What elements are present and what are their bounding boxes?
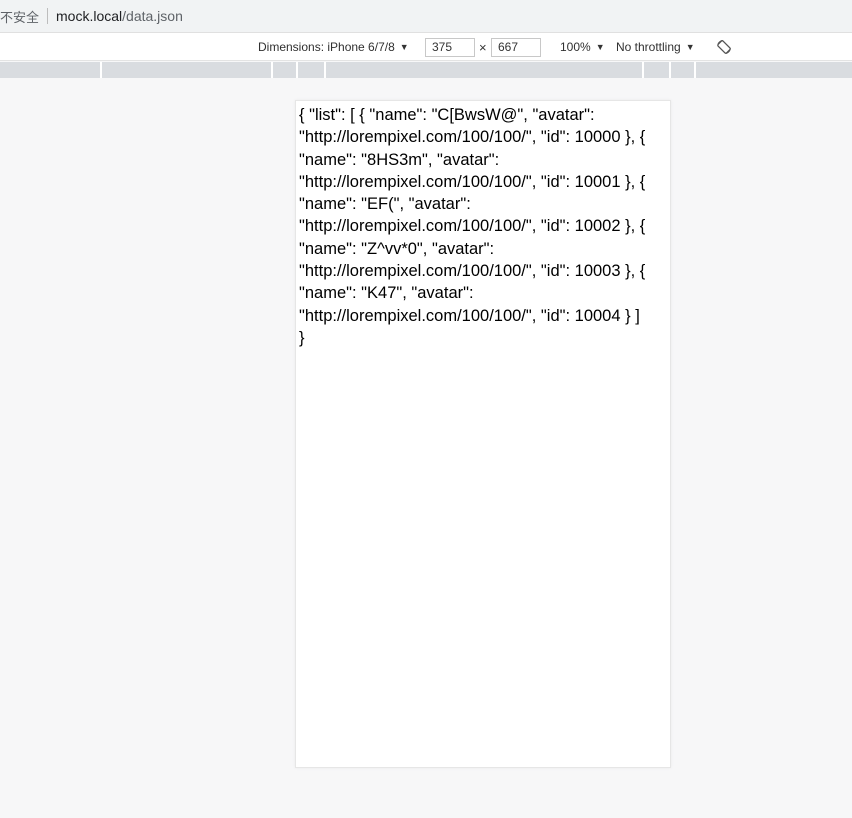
media-query-divider bbox=[271, 62, 273, 78]
json-line: "http://lorempixel.com/100/100/", "id": … bbox=[299, 306, 640, 325]
device-toolbar: Dimensions: iPhone 6/7/8 ▼ 375 × 667 100… bbox=[0, 32, 852, 61]
width-input[interactable]: 375 bbox=[425, 37, 475, 57]
rotate-icon-svg bbox=[717, 39, 731, 55]
json-line: "http://lorempixel.com/100/100/", "id": … bbox=[299, 128, 646, 147]
dimensions-dropdown[interactable]: Dimensions: iPhone 6/7/8 ▼ bbox=[258, 33, 409, 61]
media-query-divider bbox=[100, 62, 102, 78]
media-query-divider bbox=[642, 62, 644, 78]
url-host: mock.local bbox=[56, 8, 123, 24]
times-wrap: × bbox=[479, 33, 487, 61]
json-line: "http://lorempixel.com/100/100/", "id": … bbox=[299, 262, 646, 281]
json-line: "name": "EF(", "avatar": bbox=[299, 195, 471, 214]
json-line: "name": "K47", "avatar": bbox=[299, 284, 474, 303]
json-line: "name": "8HS3m", "avatar": bbox=[299, 150, 500, 169]
dropdown-caret-icon: ▼ bbox=[399, 42, 409, 52]
height-input-wrap: 667 bbox=[491, 33, 541, 61]
dropdown-caret-icon: ▼ bbox=[595, 42, 605, 52]
json-line: } bbox=[299, 328, 305, 347]
url-text[interactable]: mock.local/data.json bbox=[56, 8, 183, 24]
height-input[interactable]: 667 bbox=[491, 37, 541, 57]
address-bar[interactable]: 不安全 mock.local/data.json bbox=[0, 0, 852, 32]
media-query-bar[interactable] bbox=[0, 62, 852, 78]
times-symbol: × bbox=[479, 39, 487, 55]
rotate-icon[interactable] bbox=[716, 33, 732, 61]
json-line: "name": "Z^vv*0", "avatar": bbox=[299, 239, 495, 258]
json-content: { "list": [ { "name": "C[BwsW@", "avatar… bbox=[299, 104, 667, 349]
address-divider bbox=[47, 8, 49, 24]
device-viewport[interactable]: { "list": [ { "name": "C[BwsW@", "avatar… bbox=[295, 100, 671, 768]
zoom-dropdown[interactable]: 100% ▼ bbox=[560, 33, 605, 61]
security-label[interactable]: 不安全 bbox=[0, 7, 39, 26]
dropdown-caret-icon: ▼ bbox=[685, 42, 695, 52]
media-query-divider bbox=[669, 62, 671, 78]
json-line: "http://lorempixel.com/100/100/", "id": … bbox=[299, 172, 646, 191]
throttling-label: No throttling bbox=[616, 40, 681, 54]
width-input-wrap: 375 bbox=[425, 33, 475, 61]
url-path: /data.json bbox=[122, 8, 183, 24]
media-query-divider bbox=[694, 62, 696, 78]
json-line: { "list": [ { "name": "C[BwsW@", "avatar… bbox=[299, 106, 595, 124]
media-query-divider bbox=[324, 62, 326, 78]
json-line: "http://lorempixel.com/100/100/", "id": … bbox=[299, 217, 646, 236]
dimensions-label: Dimensions: iPhone 6/7/8 bbox=[258, 40, 395, 54]
zoom-label: 100% bbox=[560, 40, 591, 54]
media-query-divider bbox=[296, 62, 298, 78]
throttling-dropdown[interactable]: No throttling ▼ bbox=[616, 33, 695, 61]
